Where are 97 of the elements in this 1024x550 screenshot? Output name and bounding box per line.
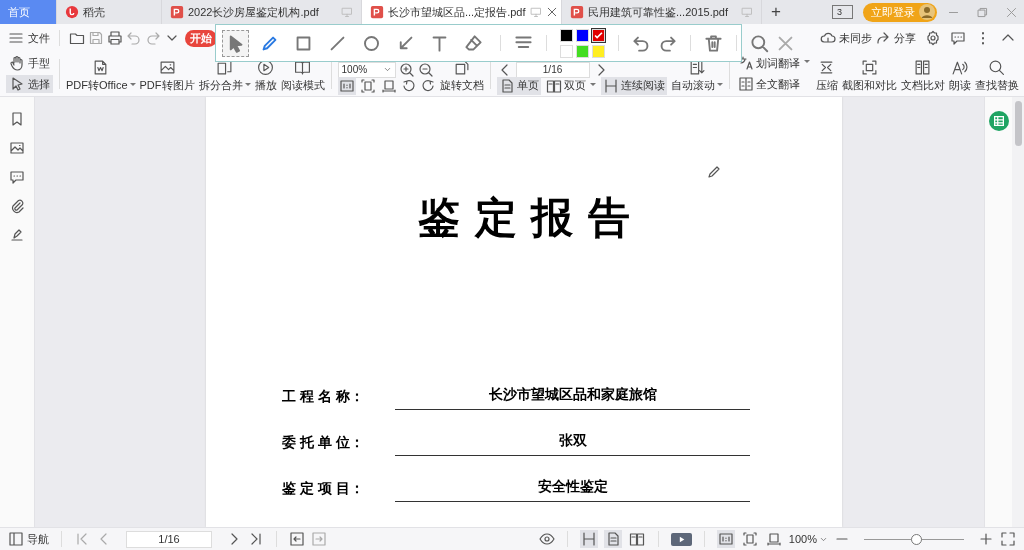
fit-page-icon[interactable] [740, 530, 759, 548]
ribbon-button[interactable]: PDF转Office [66, 59, 136, 93]
color-swatch[interactable] [576, 44, 589, 58]
scrollbar-thumb[interactable] [1014, 101, 1022, 146]
new-tab-button[interactable]: + [771, 2, 781, 22]
share-button[interactable]: 分享 [875, 30, 916, 46]
ribbon-button[interactable]: 朗读 [948, 59, 971, 93]
actual-size-icon[interactable] [337, 76, 356, 95]
field-value: 长沙市望城区品和家庭旅馆 [395, 386, 750, 410]
color-swatch[interactable] [592, 44, 605, 58]
logo-icon [65, 5, 79, 19]
field-value: 安全性鉴定 [395, 478, 750, 502]
pencil-icon[interactable] [706, 164, 722, 180]
ribbon-button[interactable]: 播放 [254, 59, 277, 93]
trash-icon[interactable] [704, 33, 723, 53]
sync-button[interactable]: 未同步 [820, 30, 872, 46]
actual-size-icon[interactable] [716, 530, 735, 548]
pointer-icon[interactable] [222, 29, 249, 57]
ribbon-button[interactable]: 文档比对 [900, 59, 945, 93]
play-icon [257, 59, 275, 76]
panel-icon [8, 531, 24, 547]
ribbon-button[interactable]: 阅读模式 [280, 59, 325, 93]
color-swatch[interactable] [560, 28, 573, 42]
double-page-icon[interactable] [627, 530, 646, 548]
zoom-dropdown[interactable]: 100% [788, 533, 828, 545]
settings-icon[interactable] [925, 30, 941, 46]
pdf-icon [570, 5, 584, 19]
comment-icon[interactable] [9, 169, 25, 185]
menu-icon [8, 30, 24, 46]
hand-icon [9, 55, 25, 71]
comment-icon[interactable] [950, 30, 966, 46]
share-icon [875, 30, 891, 46]
field-value: 张双 [395, 432, 750, 456]
field-label: 委 托 单 位： [282, 434, 365, 452]
rotate-right-icon[interactable] [419, 77, 436, 94]
color-swatch[interactable] [576, 28, 589, 42]
start-tab[interactable]: 开始 [185, 29, 217, 47]
thumbnail-icon[interactable] [9, 140, 25, 156]
zoom-in-icon[interactable] [398, 61, 415, 78]
translate-button[interactable]: 全文翻译 [735, 75, 812, 93]
cursor-icon [9, 76, 25, 92]
pdf-icon [170, 5, 184, 19]
read-aloud-icon [951, 59, 969, 76]
view-mode-button[interactable]: 双页 [543, 76, 598, 95]
color-swatch[interactable] [592, 28, 605, 42]
book-icon [294, 59, 312, 76]
back-icon[interactable] [289, 531, 305, 547]
document-tab[interactable]: 长沙市望城区品...定报告.pdf [362, 0, 562, 24]
ribbon-button[interactable]: PDF转图片 [139, 59, 195, 93]
spreadsheet-icon[interactable] [988, 111, 1009, 131]
search-icon[interactable] [750, 33, 769, 53]
double-page-icon [545, 77, 562, 94]
cursor-mode-button[interactable]: 手型 [6, 54, 53, 72]
file-menu[interactable]: 文件 [8, 30, 50, 46]
field-label: 工 程 名 称： [282, 388, 365, 406]
paperclip-icon[interactable] [9, 198, 25, 214]
fullscreen-icon[interactable] [1000, 531, 1016, 547]
single-page-icon[interactable] [603, 530, 622, 548]
slider-thumb[interactable] [911, 533, 922, 545]
fit-page-icon[interactable] [358, 76, 377, 95]
page-field[interactable]: 1/16 [126, 530, 212, 548]
caret-icon [382, 65, 392, 74]
search-icon [988, 59, 1006, 76]
signature-icon[interactable] [9, 227, 25, 243]
play-button[interactable] [670, 532, 692, 546]
screenshot-icon [860, 59, 878, 76]
view-mode-button[interactable]: 连续阅读 [600, 76, 667, 95]
ribbon-button[interactable]: 旋转文档 [439, 59, 484, 93]
rotate-left-icon[interactable] [400, 77, 417, 94]
pdf-icon [370, 5, 384, 19]
field-label: 鉴 定 项 目： [282, 480, 365, 498]
color-swatch[interactable] [560, 44, 573, 58]
close-icon[interactable] [545, 6, 558, 18]
folder-icon[interactable] [69, 30, 85, 46]
pages-icon [216, 59, 234, 76]
print-icon[interactable] [107, 30, 123, 46]
continuous-icon[interactable] [579, 530, 598, 548]
image-icon [158, 59, 176, 76]
cursor-mode-button[interactable]: 选择 [6, 75, 53, 93]
full-translate-icon [737, 76, 754, 92]
ribbon-button[interactable]: 截图和对比 [841, 59, 897, 93]
cloud-icon [820, 30, 836, 46]
compare-icon [914, 59, 932, 76]
rotate-document-icon [453, 59, 471, 76]
auto-scroll-icon [688, 59, 706, 76]
window-count-badge[interactable]: 3 [832, 5, 853, 19]
view-mode-button[interactable]: 单页 [496, 76, 541, 95]
navigation-button[interactable]: 导航 [8, 531, 49, 547]
eye-icon[interactable] [538, 531, 555, 547]
bookmark-icon[interactable] [9, 111, 25, 127]
fit-width-icon[interactable] [764, 530, 783, 548]
continuous-icon [602, 77, 619, 94]
ribbon-button[interactable]: 查找替换 [974, 59, 1019, 93]
document-title: 鉴 定 报 告 [417, 192, 631, 244]
zoom-out-icon[interactable] [417, 61, 434, 78]
ribbon-button[interactable]: 压缩 [815, 59, 838, 93]
avatar-icon [919, 4, 935, 20]
